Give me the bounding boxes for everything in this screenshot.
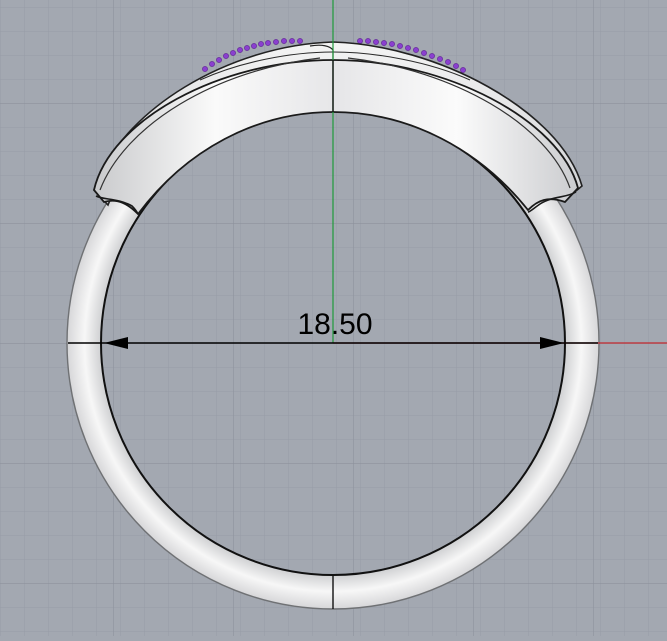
cad-viewport[interactable]: 18.50 — [0, 0, 667, 636]
dimension-value: 18.50 — [297, 308, 372, 341]
